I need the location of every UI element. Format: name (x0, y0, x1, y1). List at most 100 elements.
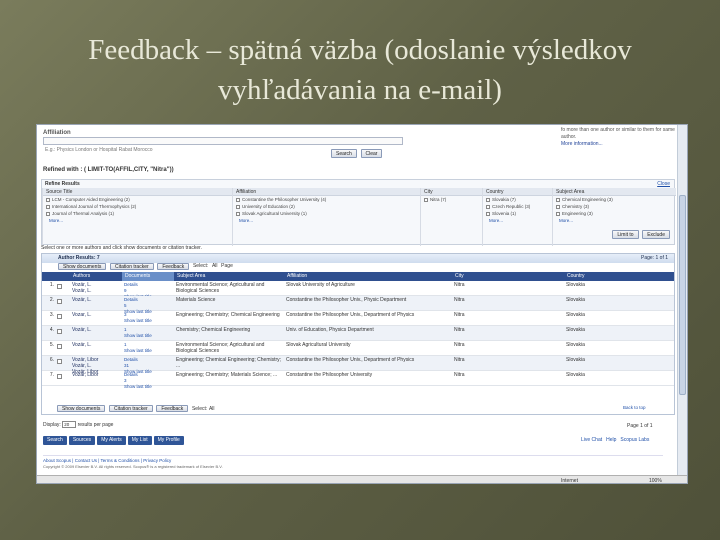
scrollbar-thumb[interactable] (679, 195, 686, 395)
author-name[interactable]: Vozár, Libor (72, 372, 120, 378)
results-page: Page: 1 of 1 (641, 255, 668, 261)
exclude-button[interactable]: Exclude (642, 230, 670, 239)
row-checkbox[interactable] (57, 359, 62, 364)
search-button[interactable]: Search (331, 149, 357, 158)
row-checkbox[interactable] (57, 329, 62, 334)
author-name[interactable]: Vozár, L. (72, 342, 120, 348)
row-checkbox[interactable] (57, 284, 62, 289)
refine-option[interactable]: Czech Republic (3) (483, 203, 552, 210)
refine-checkbox[interactable] (556, 197, 560, 202)
column-header[interactable]: Documents (122, 272, 174, 281)
row-number: 4. (49, 327, 54, 333)
nav-button[interactable]: My Alerts (97, 436, 126, 445)
table-row: 6. Vozár, Libor Vozár, L. Vozár, Libor Det… (42, 356, 674, 375)
table-row: 1.Vozár, L. Vozár, L.Details 9 Show last… (42, 281, 674, 299)
refine-checkbox[interactable] (424, 197, 428, 202)
row-checkbox[interactable] (57, 299, 62, 304)
refine-option[interactable]: University of Education (2) (233, 203, 420, 210)
affiliation-input[interactable] (43, 137, 403, 145)
refine-option[interactable]: Journal of Thermal Analysis (1) (43, 210, 232, 217)
city-cell: Nitra (454, 297, 465, 303)
column-header[interactable]: City (452, 272, 564, 281)
vertical-scrollbar[interactable] (677, 125, 687, 475)
refine-option[interactable]: Chemistry (3) (553, 203, 676, 210)
refine-checkbox[interactable] (46, 197, 50, 202)
city-cell: Nitra (454, 312, 465, 318)
refine-option[interactable]: Chemical Engineering (3) (553, 196, 676, 203)
refine-option[interactable]: Slovenia (1) (483, 210, 552, 217)
refine-checkbox[interactable] (556, 211, 560, 216)
select-all-bottom[interactable]: All (209, 406, 215, 412)
author-name[interactable]: Vozár, L. Vozár, L. (72, 282, 120, 294)
slide-title-line1: Feedback – spätná väzba (odoslanie výsle… (88, 34, 632, 66)
help-link[interactable]: Scopus Labs (620, 437, 649, 443)
show-documents-button[interactable]: Show documents (58, 263, 107, 270)
affiliation-label: Affiliation (43, 130, 71, 136)
refine-option[interactable]: Constantine the Philosopher University (… (233, 196, 420, 203)
nav-button[interactable]: Search (43, 436, 67, 445)
author-name[interactable]: Vozar, L. (72, 312, 120, 318)
column-header[interactable]: Authors (70, 272, 122, 281)
row-checkbox[interactable] (57, 344, 62, 349)
refine-option[interactable]: LCM - Computer Aided Engineering (2) (43, 196, 232, 203)
help-link[interactable]: Help (606, 437, 616, 443)
refine-option[interactable]: Slovakia (7) (483, 196, 552, 203)
results-per-page-select[interactable]: 20 (62, 421, 77, 428)
refine-option-label: Constantine the Philosopher University (… (242, 197, 327, 202)
documents-cell[interactable]: 1 Show last title (124, 327, 174, 339)
refine-option[interactable]: Slovak Agricultural University (1) (233, 210, 420, 217)
refine-checkbox[interactable] (486, 204, 490, 209)
show-documents-button-bottom[interactable]: Show documents (57, 405, 106, 412)
refine-checkbox[interactable] (236, 204, 240, 209)
help-link[interactable]: Live Chat (581, 437, 602, 443)
refine-option-label: International Journal of Thermophysics (… (52, 204, 137, 209)
nav-button[interactable]: Sources (68, 436, 96, 445)
refine-option-label: Czech Republic (3) (492, 204, 531, 209)
refine-checkbox[interactable] (236, 211, 240, 216)
refine-checkbox[interactable] (46, 211, 50, 216)
refine-option[interactable]: Engineering (3) (553, 210, 676, 217)
clear-button[interactable]: Clear (360, 149, 383, 158)
column-header[interactable]: Affiliation (284, 272, 452, 281)
nav-button[interactable]: My Profile (153, 436, 184, 445)
limit-to-button[interactable]: Limit to (612, 230, 639, 239)
footer-links[interactable]: About Scopus | Contact Us | Terms & Cond… (43, 455, 663, 463)
results-title: Author Results: 7 (58, 255, 100, 261)
refine-more-link[interactable]: More... (43, 217, 232, 224)
refine-more-link[interactable]: More... (233, 217, 420, 224)
refine-checkbox[interactable] (486, 211, 490, 216)
refine-more-link[interactable]: More... (483, 217, 552, 224)
row-checkbox[interactable] (57, 374, 62, 379)
author-name[interactable]: Vozár, L. (72, 297, 120, 303)
refine-more-link[interactable]: More... (553, 217, 676, 224)
documents-cell[interactable]: 3 Show last title (124, 312, 174, 324)
zoom-level[interactable]: 100% (649, 476, 662, 483)
row-number: 1. (49, 282, 54, 288)
refine-option-label: Slovak Agricultural University (1) (242, 211, 307, 216)
refine-close-link[interactable]: Close (657, 181, 670, 187)
refine-checkbox[interactable] (236, 197, 240, 202)
feedback-button[interactable]: Feedback (157, 263, 190, 270)
refine-option[interactable]: International Journal of Thermophysics (… (43, 203, 232, 210)
affiliation-cell: Slovak University of Agriculture (286, 282, 355, 288)
refine-checkbox[interactable] (486, 197, 490, 202)
refine-checkbox[interactable] (556, 204, 560, 209)
documents-cell[interactable]: Details 3 Show last title (124, 372, 174, 390)
documents-cell[interactable]: 1 Show last title (124, 342, 174, 354)
more-info-link[interactable]: More information... (561, 141, 679, 148)
feedback-button-bottom[interactable]: Feedback (156, 405, 189, 412)
row-checkbox[interactable] (57, 314, 62, 319)
author-name[interactable]: Vozár, L. (72, 327, 120, 333)
nav-button[interactable]: My List (127, 436, 152, 445)
refine-option[interactable]: Nitra (7) (421, 196, 482, 203)
slide-title: Feedback – spätná väzba (odoslanie výsle… (0, 30, 720, 110)
back-to-top-link[interactable]: Back to top (623, 405, 646, 410)
refine-column: Affiliation Constantine the Philosopher U… (232, 188, 420, 246)
select-page-label[interactable]: Page (221, 263, 233, 269)
column-header[interactable]: Subject Area (174, 272, 284, 281)
refine-checkbox[interactable] (46, 204, 50, 209)
citation-tracker-button-bottom[interactable]: Citation tracker (109, 405, 153, 412)
column-header[interactable]: Country (564, 272, 676, 281)
select-all-label[interactable]: All (212, 263, 218, 269)
citation-tracker-button[interactable]: Citation tracker (110, 263, 154, 270)
